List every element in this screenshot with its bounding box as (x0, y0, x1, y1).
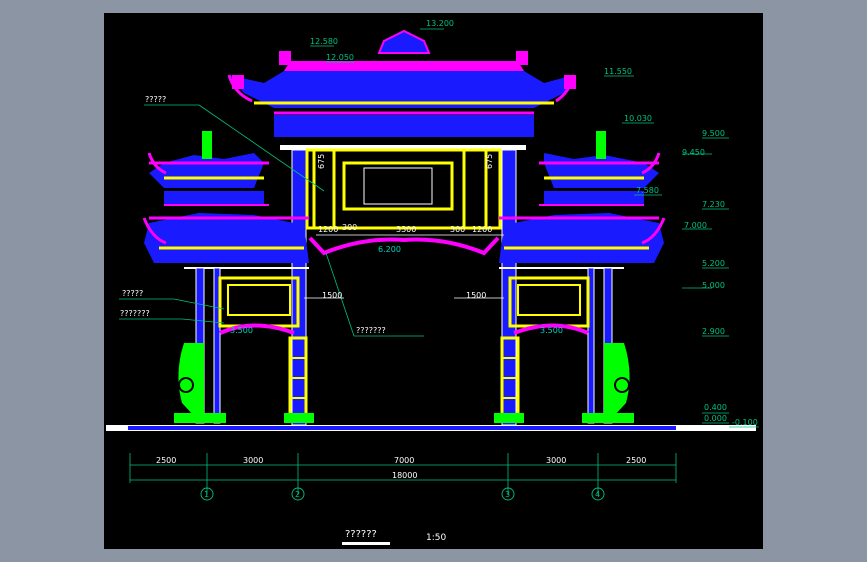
elevation-0000: 0.000 (704, 414, 727, 423)
elevation-2900: 2.900 (702, 327, 725, 336)
elevation-5200: 5.200 (702, 259, 725, 268)
elevation-12050: 12.050 (326, 53, 354, 62)
ground-slab (128, 426, 676, 430)
elevation-drawing: 13.200 12.580 12.050 11.550 10.030 9.500… (106, 19, 759, 545)
dim-1200-left: 1200 (318, 225, 338, 234)
elevation-5000: 5.000 (702, 281, 725, 290)
elevation-7230: 7.230 (702, 200, 725, 209)
right-lower-roof (499, 213, 666, 269)
bottom-dim-2500-right: 2500 (626, 456, 646, 465)
axis-label-4: 4 (595, 490, 600, 499)
left-upper-roof (147, 131, 269, 206)
elevation-11550: 11.550 (604, 67, 632, 76)
elevation-9500: 9.500 (702, 129, 725, 138)
dim-6200: 6.200 (378, 245, 401, 254)
dim-3300: 3300 (396, 225, 416, 234)
bottom-dim-total: 18000 (392, 471, 417, 480)
annotation-label-a: ????? (145, 95, 166, 104)
dim-675-left: 675 (317, 154, 326, 169)
dim-1500-left: 1500 (322, 291, 342, 300)
drawing-canvas: 13.200 12.580 12.050 11.550 10.030 9.500… (104, 13, 763, 549)
elevation-12580: 12.580 (310, 37, 338, 46)
dim-675-right: 675 (485, 154, 494, 169)
elevation-0400: 0.400 (704, 403, 727, 412)
dim-300-right: 300 (450, 225, 465, 234)
bottom-dim-3000-left: 3000 (243, 456, 263, 465)
drawing-scale: 1:50 (426, 533, 446, 543)
elevation-7000: 7.000 (684, 221, 707, 230)
elevation-13200: 13.200 (426, 19, 454, 28)
dim-1200-right: 1200 (472, 225, 492, 234)
bottom-dim-7000: 7000 (394, 456, 414, 465)
bottom-dim-2500-left: 2500 (156, 456, 176, 465)
annotation-label-b: ????? (122, 289, 143, 298)
elevation-7580: 7.580 (636, 186, 659, 195)
drawing-title: ?????? (345, 529, 377, 540)
annotation-label-c: ??????? (120, 309, 150, 318)
dim-3500-left: 3.500 (230, 326, 253, 335)
elevation-10030: 10.030 (624, 114, 652, 123)
elevation-9450: 9.450 (682, 148, 705, 157)
title-underline (342, 542, 390, 545)
dim-3500-right: 3.500 (540, 326, 563, 335)
center-frame (280, 145, 526, 426)
dim-300-left: 300 (342, 223, 357, 232)
axis-label-3: 3 (505, 490, 510, 499)
axis-label-2: 2 (295, 490, 300, 499)
annotation-label-d: ??????? (356, 326, 386, 335)
bottom-dim-3000-right: 3000 (546, 456, 566, 465)
dim-1500-right: 1500 (466, 291, 486, 300)
axis-markers: 1 2 3 4 (200, 487, 605, 501)
left-lower-roof (142, 213, 309, 269)
axis-label-1: 1 (204, 490, 209, 499)
elevation-neg0100: -0.100 (732, 418, 758, 427)
center-roof (227, 29, 576, 137)
